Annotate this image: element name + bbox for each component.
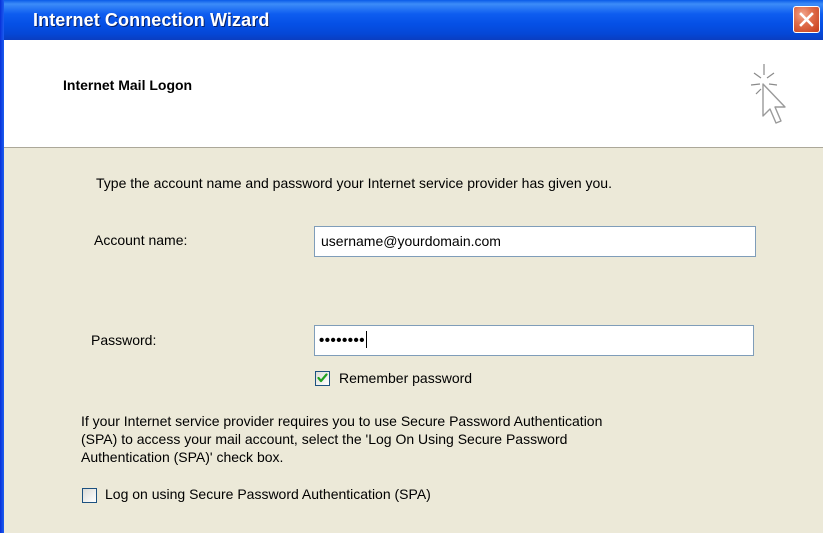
- account-name-value: username@yourdomain.com: [321, 233, 501, 249]
- account-name-input[interactable]: username@yourdomain.com: [314, 226, 756, 257]
- title-bar[interactable]: Internet Connection Wizard: [0, 0, 823, 40]
- wizard-window: Internet Connection Wizard Internet Mail…: [0, 0, 823, 533]
- page-title: Internet Mail Logon: [63, 77, 193, 93]
- intro-text: Type the account name and password your …: [96, 175, 612, 191]
- spa-checkbox[interactable]: [82, 488, 97, 503]
- wizard-header: Internet Mail Logon: [0, 40, 823, 148]
- password-input[interactable]: ••••••••: [314, 325, 754, 356]
- wizard-body: Type the account name and password your …: [0, 148, 823, 533]
- spa-explanation-line: (SPA) to access your mail account, selec…: [81, 431, 568, 447]
- spa-explanation-line: If your Internet service provider requir…: [81, 413, 603, 429]
- spa-explanation: If your Internet service provider requir…: [81, 412, 781, 466]
- remember-password-label[interactable]: Remember password: [339, 370, 472, 386]
- account-name-label: Account name:: [94, 232, 188, 248]
- close-icon: [799, 12, 814, 27]
- spa-explanation-line: Authentication (SPA)' check box.: [81, 449, 284, 465]
- close-button[interactable]: [793, 6, 820, 33]
- wizard-sparkle-cursor-icon: [750, 64, 786, 124]
- window-frame-left: [0, 0, 4, 533]
- spa-checkbox-label[interactable]: Log on using Secure Password Authenticat…: [105, 486, 431, 502]
- text-caret: [366, 331, 368, 348]
- password-masked-value: ••••••••: [319, 332, 366, 349]
- checkmark-icon: [317, 373, 328, 383]
- remember-password-checkbox[interactable]: [315, 371, 330, 386]
- password-label: Password:: [91, 332, 157, 348]
- window-title: Internet Connection Wizard: [33, 10, 270, 30]
